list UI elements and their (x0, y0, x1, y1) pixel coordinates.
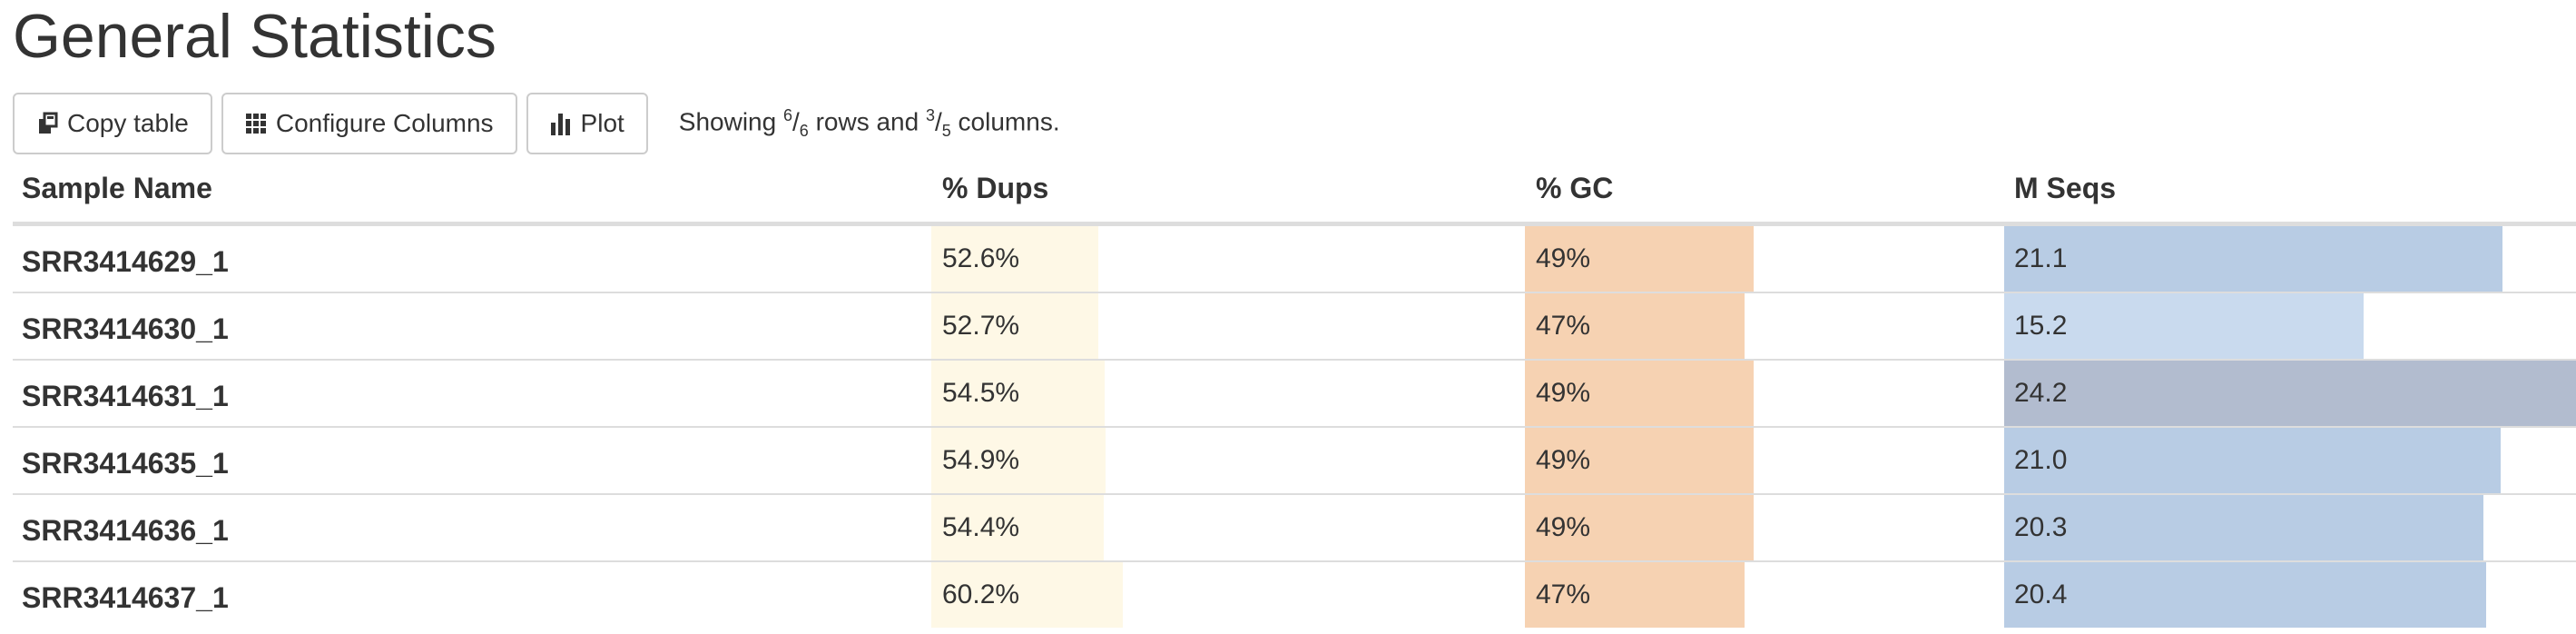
mseqs-bar (2004, 428, 2501, 493)
table-body: SRR3414629_1 52.6% 49% 21.1 SRR3414630_1 52.7… (13, 226, 2576, 628)
copy-table-label: Copy table (67, 109, 189, 137)
general-statistics-section: General Statistics Copy table Configure (0, 0, 2576, 634)
gc-value: 47% (1536, 311, 1591, 341)
mseqs-value: 20.4 (2014, 580, 2068, 609)
table-row: SRR3414630_1 52.7% 47% 15.2 (13, 293, 2576, 361)
header-sample-name[interactable]: Sample Name (22, 160, 212, 222)
mseqs-bar (2004, 562, 2486, 628)
plot-button[interactable]: Plot (526, 93, 648, 154)
mseqs-value: 24.2 (2014, 378, 2068, 408)
table-row: SRR3414631_1 54.5% 49% 24.2 (13, 361, 2576, 428)
configure-columns-button[interactable]: Configure Columns (221, 93, 517, 154)
mseqs-value: 21.1 (2014, 243, 2068, 273)
table-toolbar: Copy table Configure Columns Plot Showin… (13, 93, 1060, 154)
sample-name-cell: SRR3414635_1 (22, 447, 229, 480)
gc-value: 49% (1536, 512, 1591, 542)
dups-value: 54.4% (942, 512, 1020, 542)
sample-name-cell: SRR3414631_1 (22, 380, 229, 412)
gc-value: 49% (1536, 378, 1591, 408)
dups-value: 52.7% (942, 311, 1020, 341)
mseqs-bar (2004, 226, 2502, 292)
table-header: Sample Name % Dups % GC M Seqs (13, 160, 2576, 226)
sample-name-cell: SRR3414636_1 (22, 514, 229, 547)
table-row: SRR3414629_1 52.6% 49% 21.1 (13, 226, 2576, 293)
sample-name-cell: SRR3414630_1 (22, 312, 229, 345)
gc-value: 49% (1536, 243, 1591, 273)
plot-label: Plot (580, 109, 624, 137)
page-title: General Statistics (13, 2, 497, 71)
showing-count-text: Showing 6/6 rows and 3/5 columns. (678, 106, 1060, 140)
bar-chart-icon (550, 112, 572, 135)
configure-columns-label: Configure Columns (275, 109, 494, 137)
header-mseqs[interactable]: M Seqs (2014, 160, 2116, 222)
mseqs-bar (2004, 361, 2576, 426)
dups-value: 52.6% (942, 243, 1020, 273)
mseqs-value: 21.0 (2014, 445, 2068, 475)
mseqs-value: 15.2 (2014, 311, 2068, 341)
table-row: SRR3414636_1 54.4% 49% 20.3 (13, 495, 2576, 562)
mseqs-bar (2004, 495, 2483, 560)
sample-name-cell: SRR3414629_1 (22, 245, 229, 278)
general-stats-table: Sample Name % Dups % GC M Seqs SRR341462… (13, 160, 2576, 628)
gc-value: 49% (1536, 445, 1591, 475)
copy-table-button[interactable]: Copy table (13, 93, 212, 154)
grid-icon (245, 113, 267, 134)
header-gc[interactable]: % GC (1536, 160, 1613, 222)
dups-value: 54.5% (942, 378, 1020, 408)
table-row: SRR3414637_1 60.2% 47% 20.4 (13, 562, 2576, 628)
sample-name-cell: SRR3414637_1 (22, 581, 229, 614)
header-dups[interactable]: % Dups (942, 160, 1048, 222)
dups-value: 54.9% (942, 445, 1020, 475)
copy-icon (36, 112, 58, 135)
gc-value: 47% (1536, 580, 1591, 609)
dups-value: 60.2% (942, 580, 1020, 609)
table-row: SRR3414635_1 54.9% 49% 21.0 (13, 428, 2576, 495)
mseqs-value: 20.3 (2014, 512, 2068, 542)
